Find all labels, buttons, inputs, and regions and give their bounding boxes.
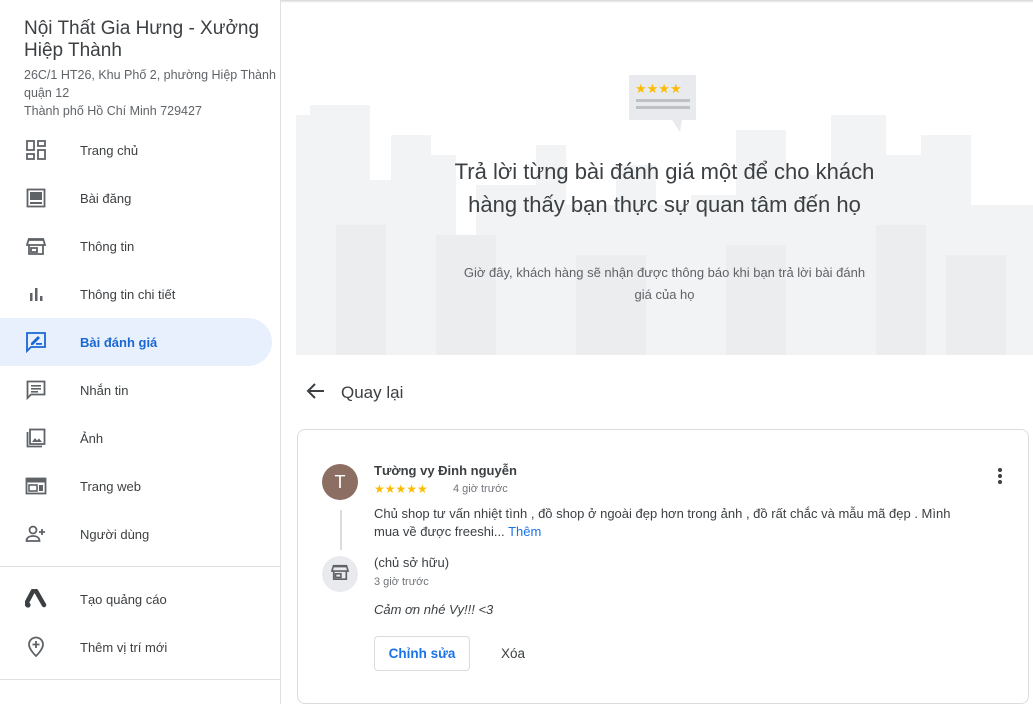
- business-address: 26C/1 HT26, Khu Phố 2, phường Hiệp Thành…: [24, 66, 280, 120]
- sidebar-item-label: Trang web: [80, 478, 141, 494]
- delete-reply-button[interactable]: Xóa: [488, 636, 538, 671]
- hero-subtitle-text: Giờ đây, khách hàng sẽ nhận được thông b…: [463, 265, 866, 302]
- back-label: Quay lại: [341, 383, 404, 402]
- more-options-button[interactable]: [988, 466, 1012, 490]
- review-card: T Tường vy Đinh nguyễn ★★★★★ 4 giờ trước…: [297, 429, 1029, 704]
- dashboard-icon: [24, 138, 48, 162]
- hero-subtitle: Giờ đây, khách hàng sẽ nhận được thông b…: [296, 262, 1033, 306]
- review-body: Chủ shop tư vấn nhiệt tình , đồ shop ở n…: [374, 506, 951, 539]
- address-line-2: Thành phố Hồ Chí Minh 729427: [24, 104, 202, 118]
- sidebar-item-info[interactable]: Thông tin: [0, 222, 272, 270]
- sidebar-item-label: Bài đánh giá: [80, 334, 158, 350]
- owner-label: (chủ sở hữu): [374, 555, 450, 570]
- thread-line: [340, 510, 342, 550]
- arrow-back-icon: [305, 380, 327, 407]
- sidebar: Nội Thất Gia Hưng - Xưởng Hiệp Thành 26C…: [0, 0, 281, 704]
- review-time: 4 giờ trước: [453, 483, 508, 495]
- photo-icon: [24, 426, 48, 450]
- add-location-icon: [24, 635, 48, 659]
- sidebar-item-create-ad[interactable]: Tạo quảng cáo: [0, 575, 272, 623]
- sidebar-item-reviews[interactable]: Bài đánh giá: [0, 318, 272, 366]
- business-name: Nội Thất Gia Hưng - Xưởng Hiệp Thành: [24, 18, 260, 61]
- google-ads-icon: [24, 587, 48, 611]
- svg-text:★★★★: ★★★★: [635, 82, 682, 97]
- review-card-illustration: ★★★★: [629, 75, 696, 132]
- sidebar-divider: [0, 679, 280, 680]
- reviewer-avatar[interactable]: T: [322, 464, 358, 500]
- owner-avatar: [322, 556, 358, 592]
- insights-icon: [24, 282, 48, 306]
- sidebar-item-label: Người dùng: [80, 526, 150, 542]
- sidebar-divider: [0, 566, 280, 567]
- star-rating: ★★★★★: [374, 482, 428, 496]
- hero-title-text: Trả lời từng bài đánh giá một để cho khá…: [454, 159, 875, 217]
- sidebar-item-label: Trang chủ: [80, 142, 139, 158]
- hero-banner: ★★★★ Trả lời từng bài đánh giá một để ch…: [296, 55, 1033, 355]
- sidebar-item-users[interactable]: Người dùng: [0, 510, 272, 558]
- sidebar-item-posts[interactable]: Bài đăng: [0, 174, 272, 222]
- sidebar-item-label: Nhắn tin: [80, 382, 129, 398]
- top-shadow: [281, 0, 1033, 3]
- edit-reply-button[interactable]: Chỉnh sửa: [374, 636, 470, 671]
- sidebar-item-label: Tạo quảng cáo: [80, 591, 167, 607]
- message-icon: [24, 378, 48, 402]
- more-vert-icon: [997, 467, 1003, 490]
- reply-text: Cảm ơn nhé Vy!!! <3: [374, 602, 494, 617]
- sidebar-item-add-location[interactable]: Thêm vị trí mới: [0, 623, 272, 671]
- sidebar-item-messages[interactable]: Nhắn tin: [0, 366, 272, 414]
- add-user-icon: [24, 522, 48, 546]
- address-line-1: 26C/1 HT26, Khu Phố 2, phường Hiệp Thành…: [24, 68, 276, 100]
- hero-title: Trả lời từng bài đánh giá một để cho khá…: [296, 155, 1033, 221]
- sidebar-item-photos[interactable]: Ảnh: [0, 414, 272, 462]
- storefront-icon: [24, 234, 48, 258]
- website-icon: [24, 474, 48, 498]
- sidebar-item-label: Bài đăng: [80, 190, 132, 206]
- sidebar-item-home[interactable]: Trang chủ: [0, 126, 272, 174]
- reviews-icon: [24, 330, 48, 354]
- sidebar-item-label: Thêm vị trí mới: [80, 639, 168, 655]
- sidebar-item-label: Ảnh: [80, 430, 104, 446]
- sidebar-item-insights[interactable]: Thông tin chi tiết: [0, 270, 272, 318]
- back-button[interactable]: Quay lại: [305, 378, 403, 408]
- posts-icon: [24, 186, 48, 210]
- sidebar-item-label: Thông tin: [80, 238, 135, 254]
- sidebar-item-website[interactable]: Trang web: [0, 462, 272, 510]
- storefront-icon: [330, 563, 350, 586]
- more-link[interactable]: Thêm: [508, 524, 541, 539]
- review-text: Chủ shop tư vấn nhiệt tình , đồ shop ở n…: [374, 505, 974, 541]
- reviewer-name[interactable]: Tường vy Đinh nguyễn: [374, 463, 517, 478]
- sidebar-item-label: Thông tin chi tiết: [80, 286, 176, 302]
- reply-time: 3 giờ trước: [374, 576, 429, 588]
